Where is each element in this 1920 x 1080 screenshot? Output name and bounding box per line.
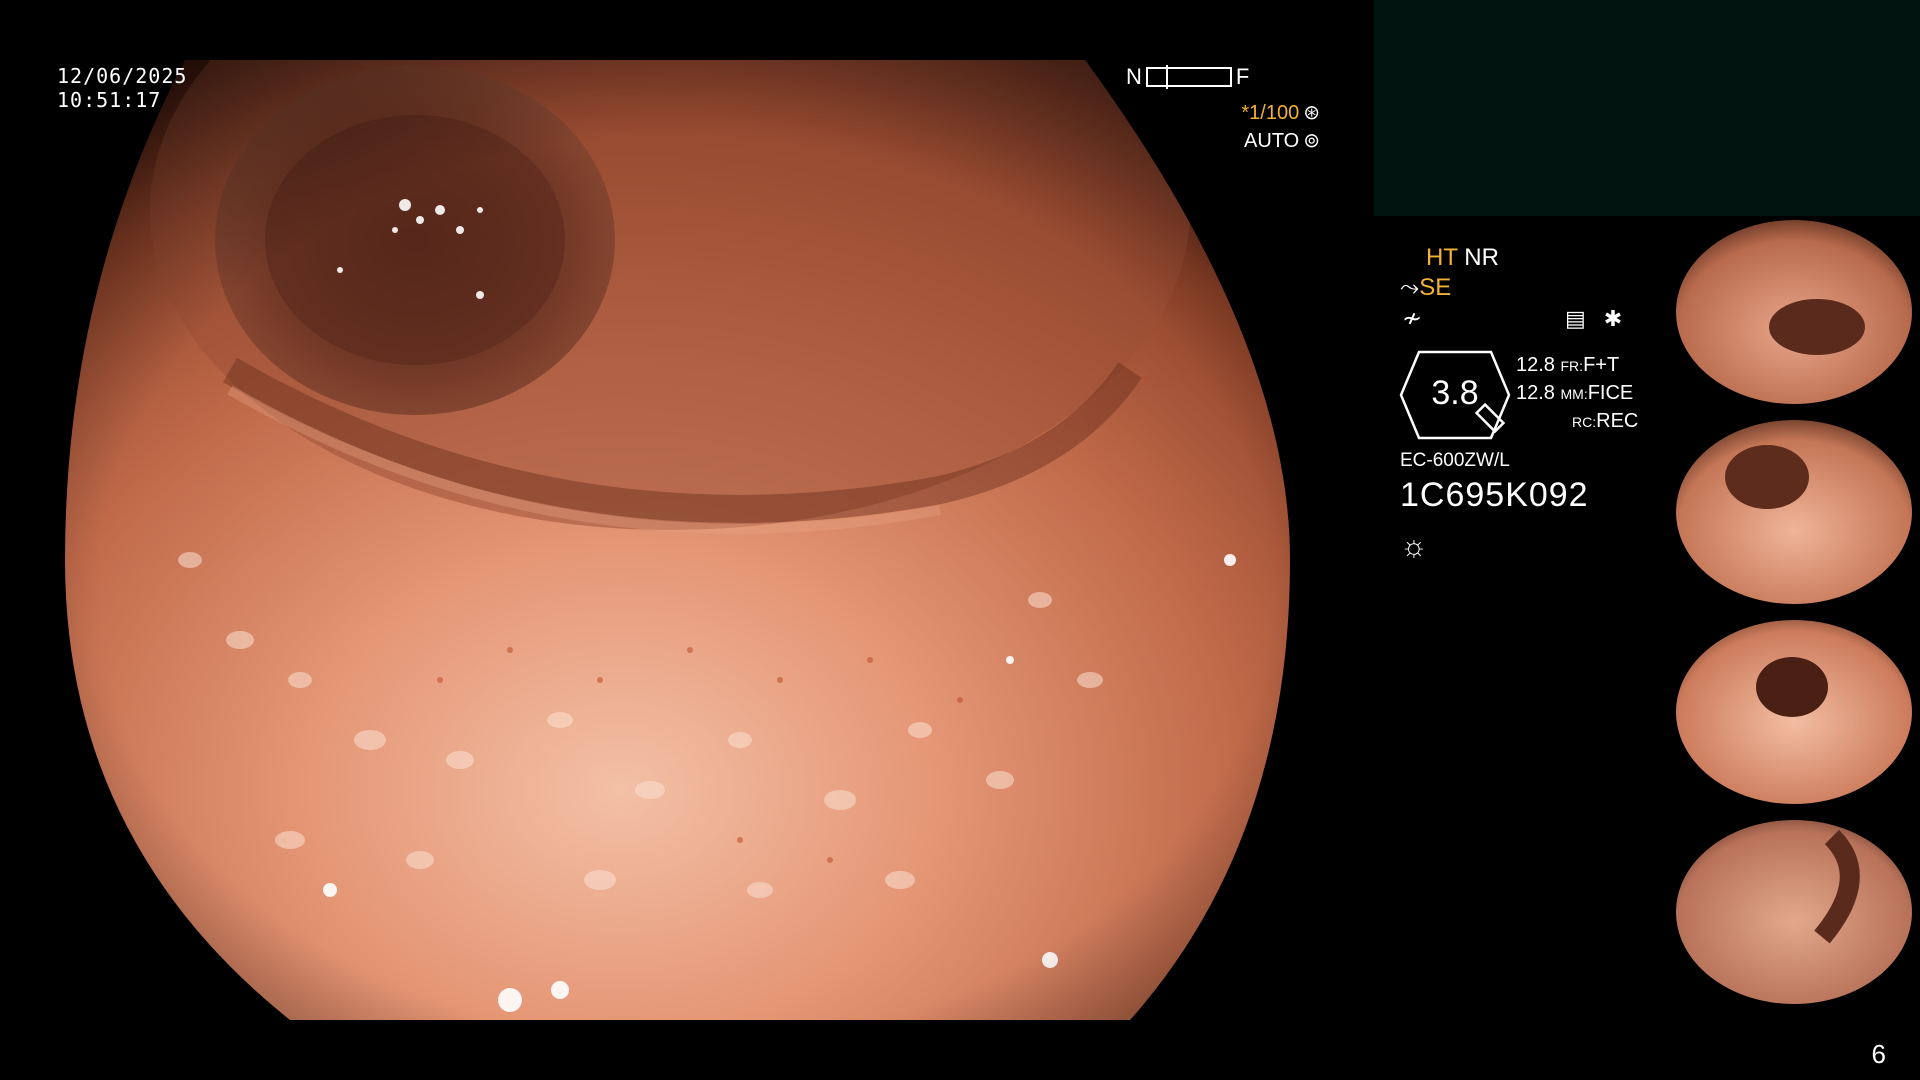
iris-icon: ⊚	[1303, 130, 1320, 152]
time-text: 10:51:17	[57, 88, 162, 112]
zoom-value: 3.8	[1431, 374, 1479, 412]
thumbnail-2[interactable]	[1672, 417, 1916, 607]
page-number: 6	[1871, 1039, 1886, 1069]
iris-mode: AUTO ⊚	[1244, 130, 1320, 152]
structure-enhance-icon: ⤳	[1400, 274, 1420, 301]
thumbnail-1[interactable]	[1672, 217, 1916, 407]
memo-icon: ▤	[1565, 306, 1586, 331]
thumbnail-4[interactable]	[1672, 817, 1916, 1007]
misc-icons: ▤ ✱	[1565, 306, 1622, 332]
asterisk-icon: ✱	[1603, 306, 1623, 331]
preview-panel	[1374, 0, 1920, 216]
ht-label: HT	[1426, 244, 1458, 271]
scope-model: EC-600ZW/L	[1400, 450, 1510, 471]
focus-far-label: F	[1235, 64, 1250, 89]
shutter-speed: *1/100 ⊛	[1241, 102, 1320, 124]
focus-indicator: N F	[1126, 64, 1249, 90]
nr-label: NR	[1464, 244, 1499, 271]
image-stats: 12.8 FR:F+T 12.8 MM:FICE RC:REC	[1516, 354, 1639, 432]
se-status: ⤳SE	[1400, 274, 1451, 302]
tone-icon: ≁	[1402, 305, 1423, 332]
light-icon: ☼	[1400, 530, 1428, 563]
endoscope-view	[65, 60, 1290, 1020]
se-label: SE	[1419, 274, 1452, 301]
shutter-icon: ⊛	[1303, 102, 1320, 124]
thumbnail-3[interactable]	[1672, 617, 1916, 807]
focus-near-label: N	[1126, 64, 1142, 89]
date-text: 12/06/2025	[57, 64, 188, 88]
ht-nr-status: HT NR	[1426, 244, 1499, 272]
datetime: 12/06/2025 10:51:17	[57, 64, 187, 112]
scope-serial: 1C695K092	[1400, 476, 1589, 514]
focus-bar	[1145, 65, 1232, 89]
